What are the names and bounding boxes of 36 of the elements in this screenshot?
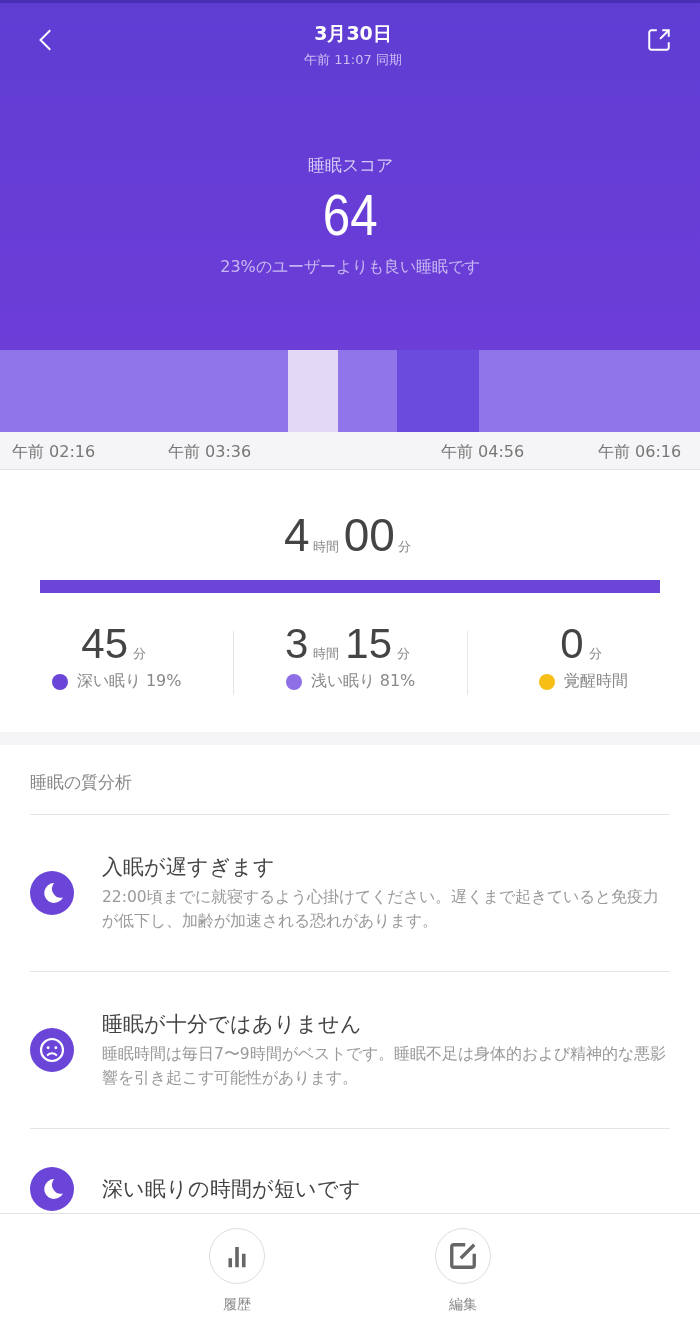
stage-label: 深い眠り 19% <box>76 671 182 692</box>
stage-value: 45 <box>81 621 128 667</box>
stage-label: 浅い眠り 81% <box>310 671 416 692</box>
button-label[interactable]: 履歴 <box>223 1296 251 1314</box>
time-label: 午前 04:56 <box>441 442 526 463</box>
time-label: 午前 06:16 <box>598 442 683 463</box>
score-label: 睡眠スコア <box>307 154 393 177</box>
comparison-text: 23%のユーザーよりも良い睡眠です <box>220 257 480 278</box>
sync-time: 午前 11:07 同期 <box>304 51 402 69</box>
stage-value: 3 <box>284 621 309 667</box>
advice-title: 睡眠が十分ではありません <box>102 1011 363 1038</box>
stage-unit: 時間 <box>313 645 340 663</box>
advice-text: 睡眠時間は毎日7〜9時間がベストです。睡眠不足は身体的および精神的な悪影響を引き起こす可能性があります。 <box>102 1044 667 1089</box>
hours-value: 4 <box>284 508 310 562</box>
time-label: 午前 03:36 <box>168 442 253 463</box>
share-icon[interactable] <box>646 27 672 53</box>
section-title: 睡眠の質分析 <box>30 745 670 815</box>
date-title: 3月30日 <box>314 21 392 46</box>
stage-unit: 分 <box>133 645 146 663</box>
stage-unit: 分 <box>588 645 602 663</box>
button-label[interactable]: 編集 <box>449 1296 477 1314</box>
advice-text: 22:00頃までに就寝するよう心掛けてください。遅くまで起きていると免疫力が低下し、加齢が加速される恐れがあります。 <box>102 887 660 932</box>
stage-unit: 分 <box>397 645 411 663</box>
minutes-value: 00 <box>343 508 395 562</box>
time-label: 午前 02:16 <box>12 442 97 463</box>
moon-icon <box>30 1167 74 1211</box>
sad-face-icon <box>30 1028 74 1072</box>
hours-unit: 時間 <box>312 538 339 556</box>
stage-value: 15 <box>345 621 393 667</box>
advice-title: 入眠が遅すぎます <box>102 854 276 881</box>
stage-label: 覚醒時間 <box>564 671 629 692</box>
stage-value: 0 <box>560 621 584 667</box>
moon-icon <box>30 871 74 915</box>
score-value: 64 <box>322 183 378 247</box>
minutes-unit: 分 <box>397 538 411 556</box>
advice-title: 深い眠りの時間が短いです <box>102 1176 361 1203</box>
